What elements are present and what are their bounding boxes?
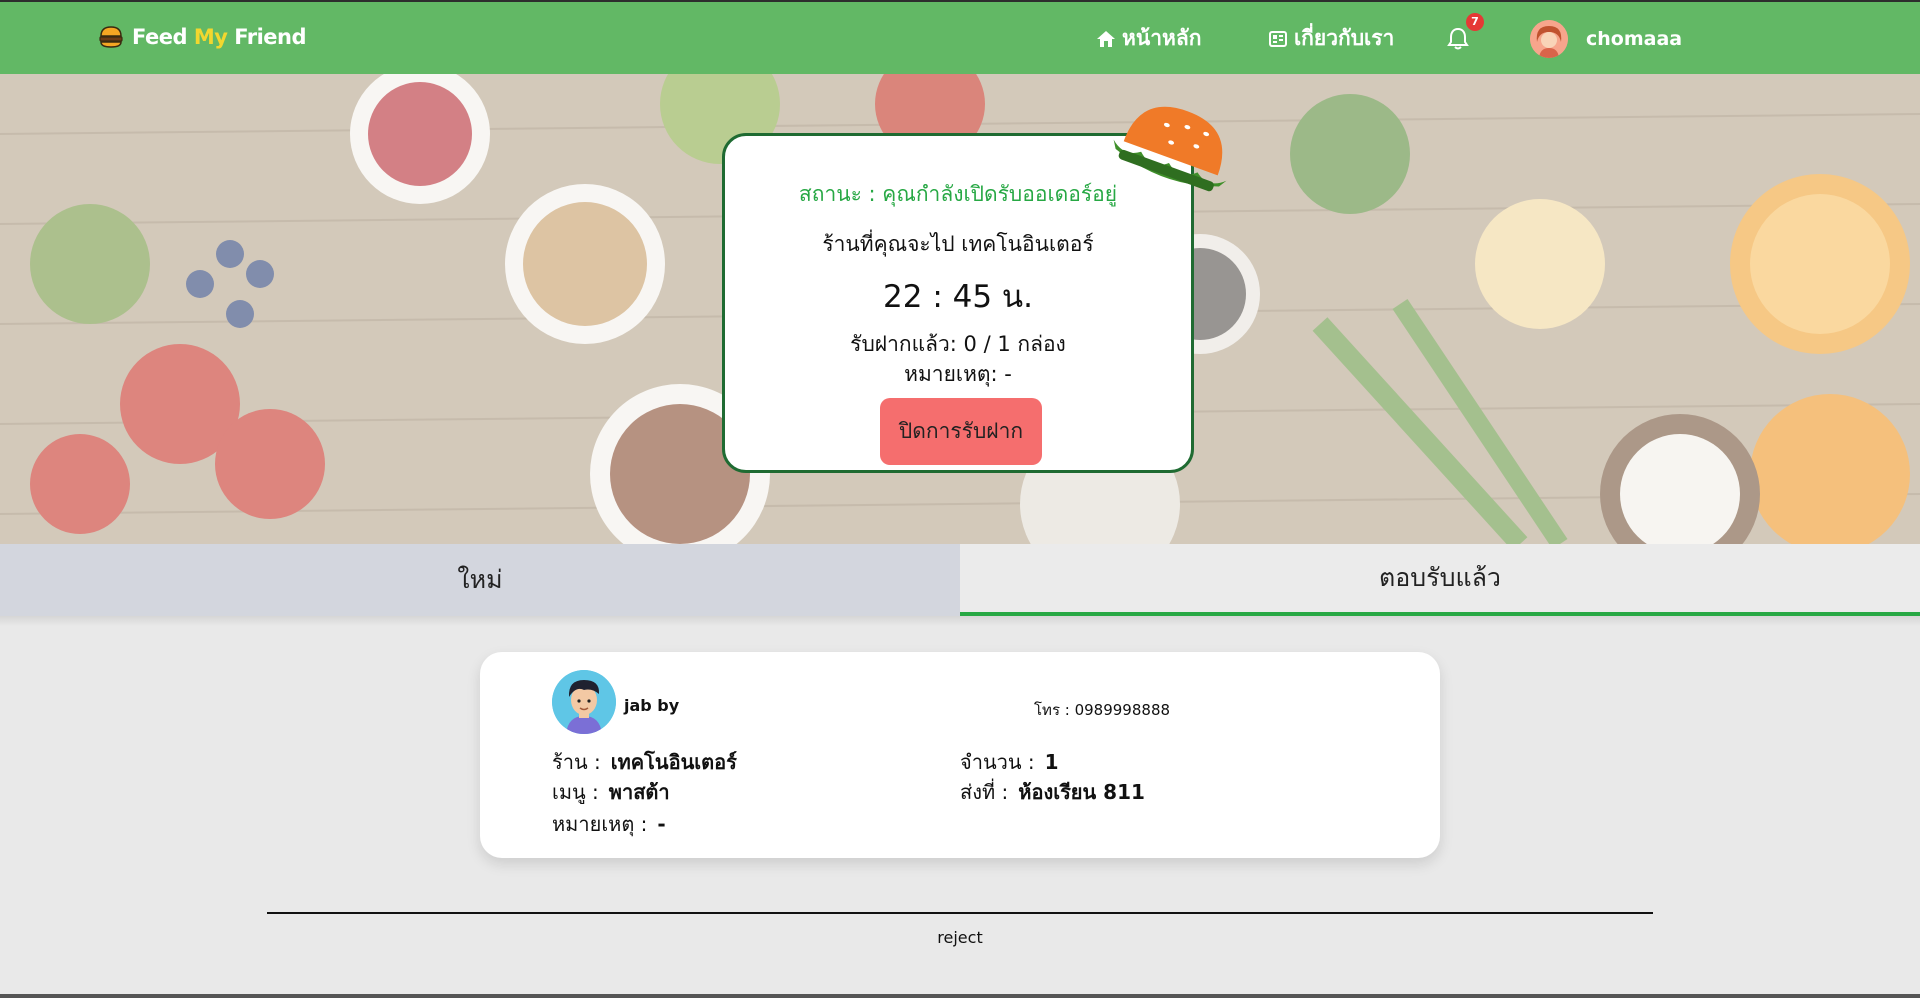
burger-logo-icon [99, 26, 123, 48]
nav-about-link[interactable]: เกี่ยวกับเรา [1268, 22, 1394, 55]
order-tabs: ใหม่ ตอบรับแล้ว [0, 544, 1920, 616]
order-note-value: - [657, 812, 666, 836]
note-text: หมายเหตุ: - [904, 362, 1012, 386]
nav-about-label: เกี่ยวกับเรา [1294, 26, 1395, 50]
order-qty-value: 1 [1044, 750, 1059, 774]
about-icon [1269, 30, 1287, 47]
user-menu[interactable]: chomaaa [1530, 20, 1682, 58]
customer-name: jab by [624, 696, 680, 715]
brand-text: Feed My Friend [132, 25, 307, 49]
window-bottom-border [0, 994, 1920, 998]
home-icon [1097, 30, 1115, 47]
order-shop-value: เทคโนอินเตอร์ [610, 750, 737, 774]
user-avatar [1530, 20, 1568, 58]
time-text: 22 : 45 น. [883, 279, 1033, 315]
burger-decoration-icon [1113, 106, 1227, 192]
reject-link[interactable]: reject [0, 928, 1920, 947]
order-menu-row: เมนู : พาสต้า [552, 776, 670, 808]
order-dest-label: ส่งที่ : [960, 780, 1009, 804]
navbar: Feed My Friend หน้าหลัก เกี่ยวกับเรา 7 c… [0, 2, 1920, 74]
tabs-shadow [0, 616, 1920, 626]
nav-home-link[interactable]: หน้าหลัก [1096, 22, 1201, 55]
tab-accepted[interactable]: ตอบรับแล้ว [960, 544, 1920, 616]
order-shop-row: ร้าน : เทคโนอินเตอร์ [552, 746, 737, 778]
order-dest-value: ห้องเรียน 811 [1018, 780, 1145, 804]
brand-link[interactable]: Feed My Friend [98, 24, 307, 50]
order-qty-label: จำนวน : [960, 750, 1035, 774]
nav-home-label: หน้าหลัก [1122, 26, 1202, 50]
order-qty-row: จำนวน : 1 [960, 746, 1059, 778]
order-card[interactable]: jab by โทร : 0989998888 ร้าน : เทคโนอินเต… [480, 652, 1440, 858]
order-note-label: หมายเหตุ : [552, 812, 648, 836]
customer-avatar [552, 670, 616, 734]
order-dest-row: ส่งที่ : ห้องเรียน 811 [960, 776, 1145, 808]
close-orders-button[interactable]: ปิดการรับฝาก [880, 398, 1042, 465]
count-text: รับฝากแล้ว: 0 / 1 กล่อง [850, 332, 1066, 356]
bell-icon[interactable] [1446, 26, 1470, 52]
order-note-row: หมายเหตุ :- [552, 808, 666, 840]
order-menu-label: เมนู : [552, 780, 599, 804]
tab-new[interactable]: ใหม่ [0, 544, 960, 616]
username: chomaaa [1586, 28, 1683, 50]
order-menu-value: พาสต้า [608, 780, 670, 804]
order-shop-label: ร้าน : [552, 750, 601, 774]
customer-phone: โทร : 0989998888 [1034, 701, 1171, 719]
notification-badge: 7 [1466, 13, 1484, 31]
footer-divider [267, 912, 1653, 914]
